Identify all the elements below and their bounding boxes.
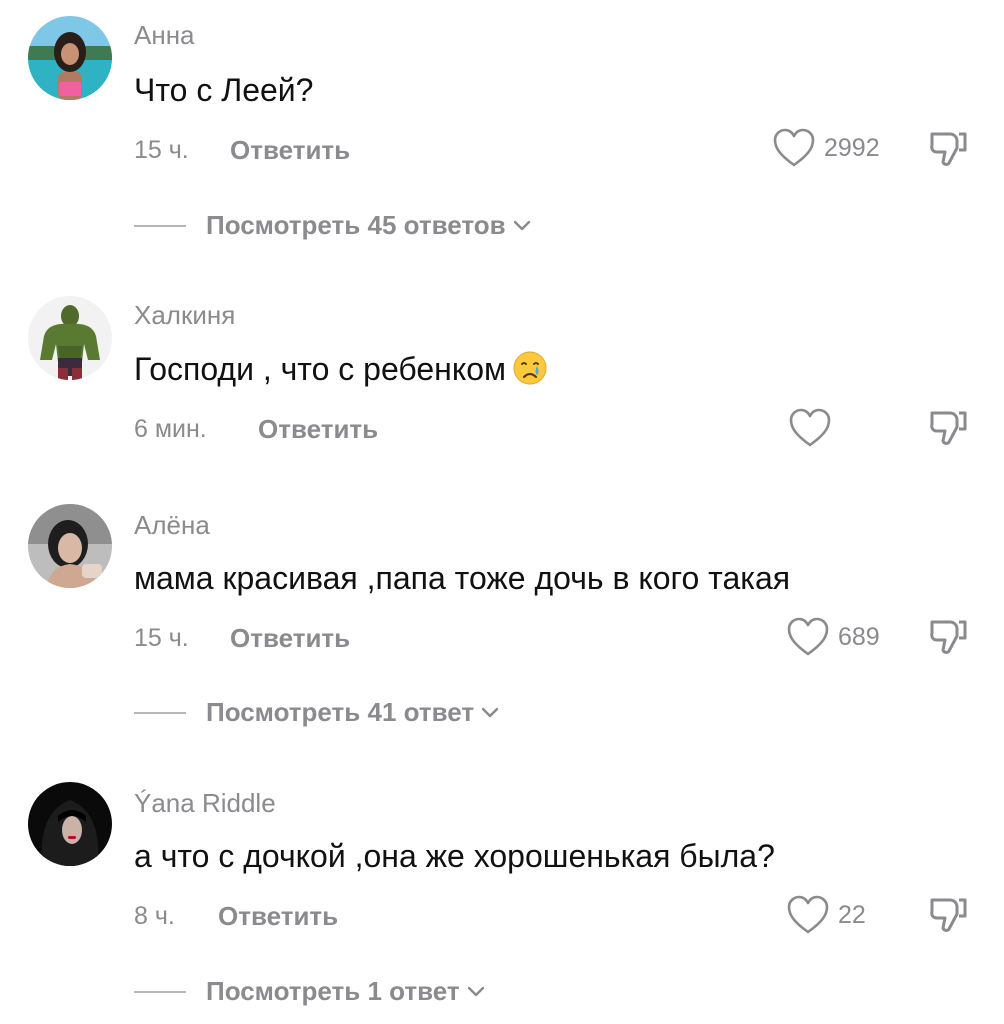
view-replies-button[interactable]: Посмотреть 1 ответ <box>134 976 486 1007</box>
comment-time: 15 ч. <box>134 624 189 652</box>
avatar[interactable] <box>28 296 112 380</box>
thumbs-down-outline-icon <box>930 132 967 166</box>
username[interactable]: Халкиня <box>134 300 235 331</box>
thumbs-down-outline-icon <box>930 898 967 932</box>
thumbs-down-outline-icon <box>930 620 967 654</box>
like-button[interactable] <box>788 408 840 448</box>
like-button[interactable]: 689 <box>786 617 880 657</box>
comment-text: а что с дочкой ,она же хорошенькая была? <box>134 838 775 874</box>
like-count: 2992 <box>824 133 880 162</box>
comment-text: мама красивая ,папа тоже дочь в кого так… <box>134 560 791 596</box>
chevron-down-icon <box>467 986 484 996</box>
dislike-button[interactable] <box>928 407 970 449</box>
heart-outline-icon <box>787 895 829 934</box>
crying-face-emoji <box>512 350 548 394</box>
comment-time: 6 мин. <box>134 415 207 443</box>
view-replies-label: Посмотреть 1 ответ <box>206 976 460 1006</box>
thumbs-down-outline-icon <box>930 411 967 445</box>
username[interactable]: Алёна <box>134 510 210 541</box>
comment-text: Господи , что с ребенком <box>134 350 548 394</box>
avatar-photo-hulk <box>28 296 112 380</box>
chevron-down-icon <box>513 220 530 230</box>
avatar-photo-yana <box>28 782 112 866</box>
chevron-down-icon <box>481 707 499 717</box>
divider-line <box>134 990 186 993</box>
dislike-button[interactable] <box>928 128 970 170</box>
heart-outline-icon <box>787 617 829 656</box>
view-replies-label: Посмотреть 45 ответов <box>206 210 506 240</box>
dislike-button[interactable] <box>928 616 970 658</box>
username[interactable]: Анна <box>134 20 195 51</box>
heart-outline-icon <box>789 408 831 447</box>
avatar-photo-alena <box>28 504 112 588</box>
comment-time: 15 ч. <box>134 136 189 164</box>
avatar[interactable] <box>28 16 112 100</box>
reply-button[interactable]: Ответить <box>230 623 350 654</box>
dislike-button[interactable] <box>928 894 970 936</box>
view-replies-button[interactable]: Посмотреть 41 ответ <box>134 697 500 728</box>
divider-line <box>134 711 186 714</box>
like-count: 689 <box>838 622 880 651</box>
avatar[interactable] <box>28 504 112 588</box>
username[interactable]: Ýana Riddle <box>134 788 276 819</box>
heart-outline-icon <box>773 128 815 167</box>
comment-text-content: Господи , что с ребенком <box>134 351 506 387</box>
like-button[interactable]: 22 <box>786 895 866 935</box>
reply-button[interactable]: Ответить <box>218 901 338 932</box>
like-count: 22 <box>838 900 866 929</box>
like-button[interactable]: 2992 <box>772 128 880 168</box>
avatar[interactable] <box>28 782 112 866</box>
view-replies-button[interactable]: Посмотреть 45 ответов <box>134 210 532 241</box>
divider-line <box>134 224 186 227</box>
avatar-photo-anna <box>28 16 112 100</box>
reply-button[interactable]: Ответить <box>230 135 350 166</box>
comment-time: 8 ч. <box>134 902 175 930</box>
comment-text: Что с Леей? <box>134 72 314 108</box>
reply-button[interactable]: Ответить <box>258 414 378 445</box>
view-replies-label: Посмотреть 41 ответ <box>206 697 475 727</box>
